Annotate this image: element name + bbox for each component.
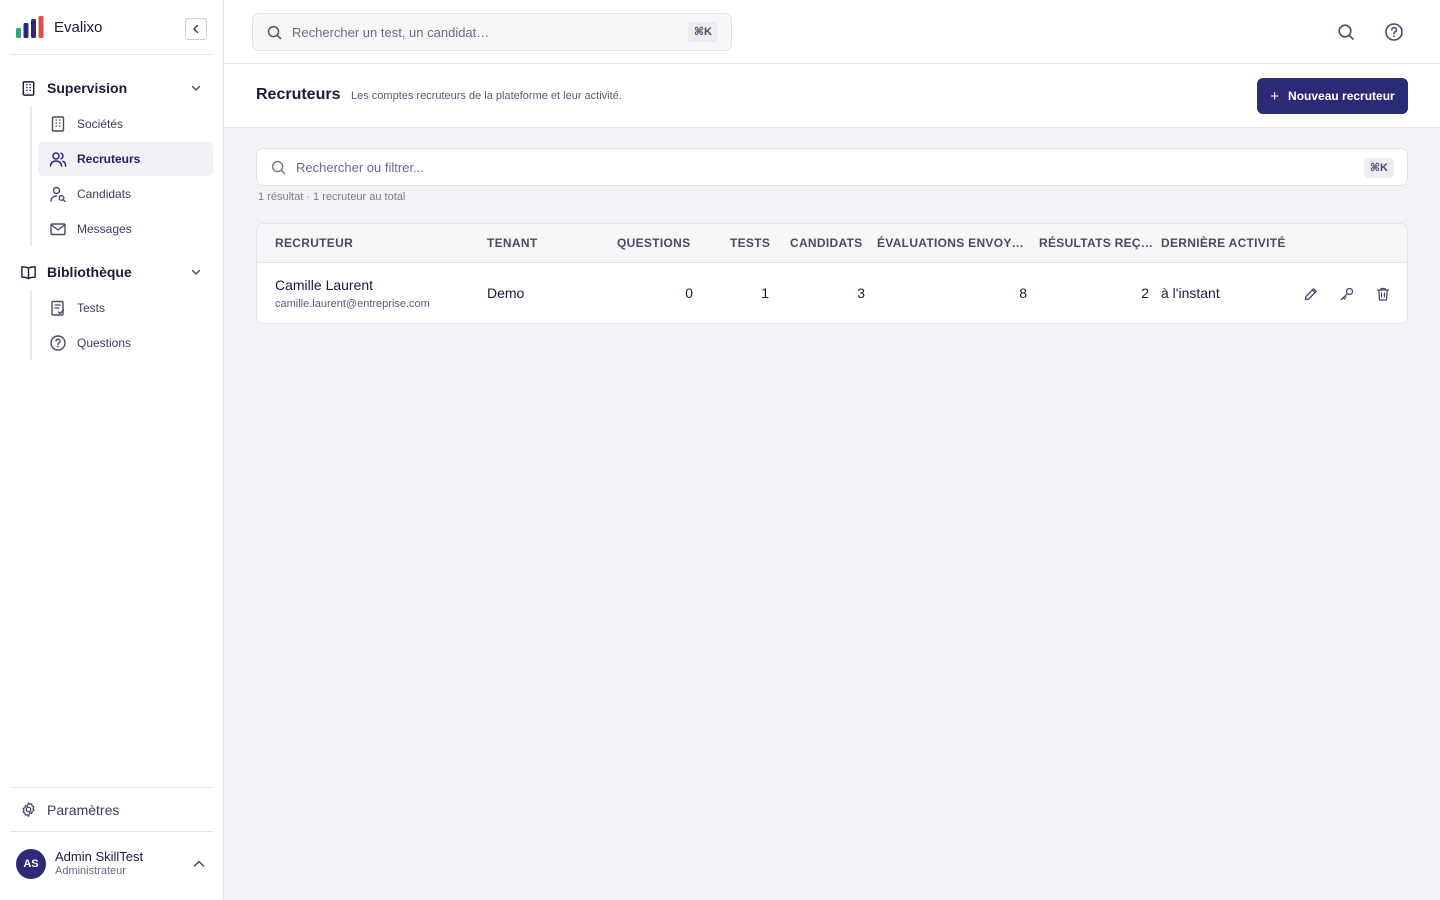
sidebar-item-candidats[interactable]: Candidats: [38, 177, 213, 211]
section-bibliotheque[interactable]: Bibliothèque: [10, 257, 213, 287]
table-header: RECRUTEUR TENANT QUESTIONS TESTS CANDIDA…: [257, 224, 1407, 263]
column-header-questions[interactable]: QUESTIONS: [617, 236, 690, 250]
recruiter-name: Camille Laurent: [275, 277, 374, 293]
sidebar-item-societes[interactable]: Sociétés: [38, 107, 213, 141]
section-title: Bibliothèque: [47, 264, 132, 280]
plus-icon: +: [1270, 87, 1280, 105]
recruiters-table: RECRUTEUR TENANT QUESTIONS TESTS CANDIDA…: [256, 223, 1408, 324]
table-row[interactable]: Camille Laurent camille.laurent@entrepri…: [257, 264, 1407, 323]
user-name: Admin SkillTest: [55, 849, 144, 865]
sidebar: Evalixo Supervision Sociétés Recruteurs …: [0, 0, 224, 900]
building-icon: [51, 116, 65, 132]
user-role: Administrateur: [55, 865, 126, 878]
column-header-tests[interactable]: TESTS: [730, 236, 770, 250]
cell-resultats: 2: [1141, 285, 1149, 301]
cell-derniere-activite: à l'instant: [1161, 285, 1220, 301]
sidebar-item-questions[interactable]: Questions: [38, 326, 213, 360]
book-icon: [21, 265, 36, 279]
global-search[interactable]: ⌘K: [252, 13, 732, 51]
column-header-derniere-activite[interactable]: DERNIÈRE ACTIVITÉ: [1161, 236, 1286, 250]
cell-tenant: Demo: [487, 285, 525, 301]
sidebar-item-parametres[interactable]: Paramètres: [10, 787, 213, 832]
logo-icon: [16, 16, 44, 38]
column-header-resultats[interactable]: RÉSULTATS REÇ…: [1039, 236, 1153, 250]
sidebar-item-tests[interactable]: Tests: [38, 291, 213, 325]
new-recruiter-button[interactable]: + Nouveau recruteur: [1257, 78, 1408, 114]
chevron-left-icon: [193, 24, 199, 34]
section-supervision[interactable]: Supervision: [10, 73, 213, 103]
filter-search-input[interactable]: [296, 159, 656, 175]
column-header-tenant[interactable]: TENANT: [487, 236, 537, 250]
cell-evaluations: 8: [1019, 285, 1027, 301]
cell-tests: 1: [761, 285, 769, 301]
new-recruiter-label: Nouveau recruteur: [1288, 89, 1395, 103]
building-icon: [22, 80, 35, 96]
global-search-input[interactable]: [292, 24, 652, 40]
page-header: Recruteurs Les comptes recruteurs de la …: [224, 64, 1440, 128]
search-icon: [271, 160, 286, 174]
sidebar-item-messages[interactable]: Messages: [38, 212, 213, 246]
brand: Evalixo: [10, 0, 213, 55]
gear-icon: [22, 802, 35, 817]
search-icon[interactable]: [1336, 22, 1356, 42]
edit-icon[interactable]: [1303, 286, 1319, 302]
help-circle-icon: [50, 335, 66, 351]
topbar: ⌘K: [224, 0, 1440, 64]
sidebar-item-label: Sociétés: [77, 117, 124, 131]
users-icon: [49, 152, 67, 167]
trash-icon[interactable]: [1375, 286, 1391, 302]
column-header-candidats[interactable]: CANDIDATS: [790, 236, 862, 250]
cell-candidats: 3: [857, 285, 865, 301]
sidebar-item-label: Messages: [77, 222, 132, 236]
chevron-down-icon: [191, 269, 201, 275]
chevron-down-icon: [191, 85, 201, 91]
user-menu[interactable]: AS Admin SkillTest Administrateur: [16, 847, 213, 881]
page-title: Recruteurs: [256, 86, 341, 103]
user-info: Admin SkillTest Administrateur: [55, 849, 144, 878]
collapse-sidebar-button[interactable]: [185, 18, 207, 40]
app-name: Evalixo: [54, 18, 103, 36]
avatar: AS: [16, 849, 46, 879]
user-search-icon: [50, 186, 66, 203]
section-title: Supervision: [47, 80, 128, 96]
search-icon: [267, 25, 282, 39]
sidebar-item-label: Tests: [77, 301, 106, 315]
mail-icon: [50, 223, 66, 236]
filter-search[interactable]: ⌘K: [256, 148, 1408, 186]
result-count: 1 résultat · 1 recruteur au total: [258, 191, 406, 203]
nav-tree-line: [30, 107, 32, 246]
recruiter-email: camille.laurent@entreprise.com: [275, 298, 430, 310]
sidebar-item-recruteurs[interactable]: Recruteurs: [38, 142, 213, 176]
key-icon[interactable]: [1339, 286, 1355, 302]
search-shortcut-badge: ⌘K: [687, 22, 718, 42]
filter-shortcut-badge: ⌘K: [1363, 158, 1394, 178]
nav-tree-line: [30, 291, 32, 360]
settings-label: Paramètres: [47, 801, 120, 818]
help-circle-icon[interactable]: [1384, 22, 1404, 42]
cell-questions: 0: [685, 285, 693, 301]
clipboard-check-icon: [51, 300, 65, 316]
column-header-evaluations[interactable]: ÉVALUATIONS ENVOY…: [877, 236, 1024, 250]
sidebar-item-label: Recruteurs: [77, 152, 141, 166]
sidebar-item-label: Questions: [77, 336, 132, 350]
page-subtitle: Les comptes recruteurs de la plateforme …: [351, 90, 622, 102]
column-header-recruteur[interactable]: RECRUTEUR: [275, 236, 353, 250]
sidebar-item-label: Candidats: [77, 187, 132, 201]
chevron-up-icon: [193, 860, 205, 867]
